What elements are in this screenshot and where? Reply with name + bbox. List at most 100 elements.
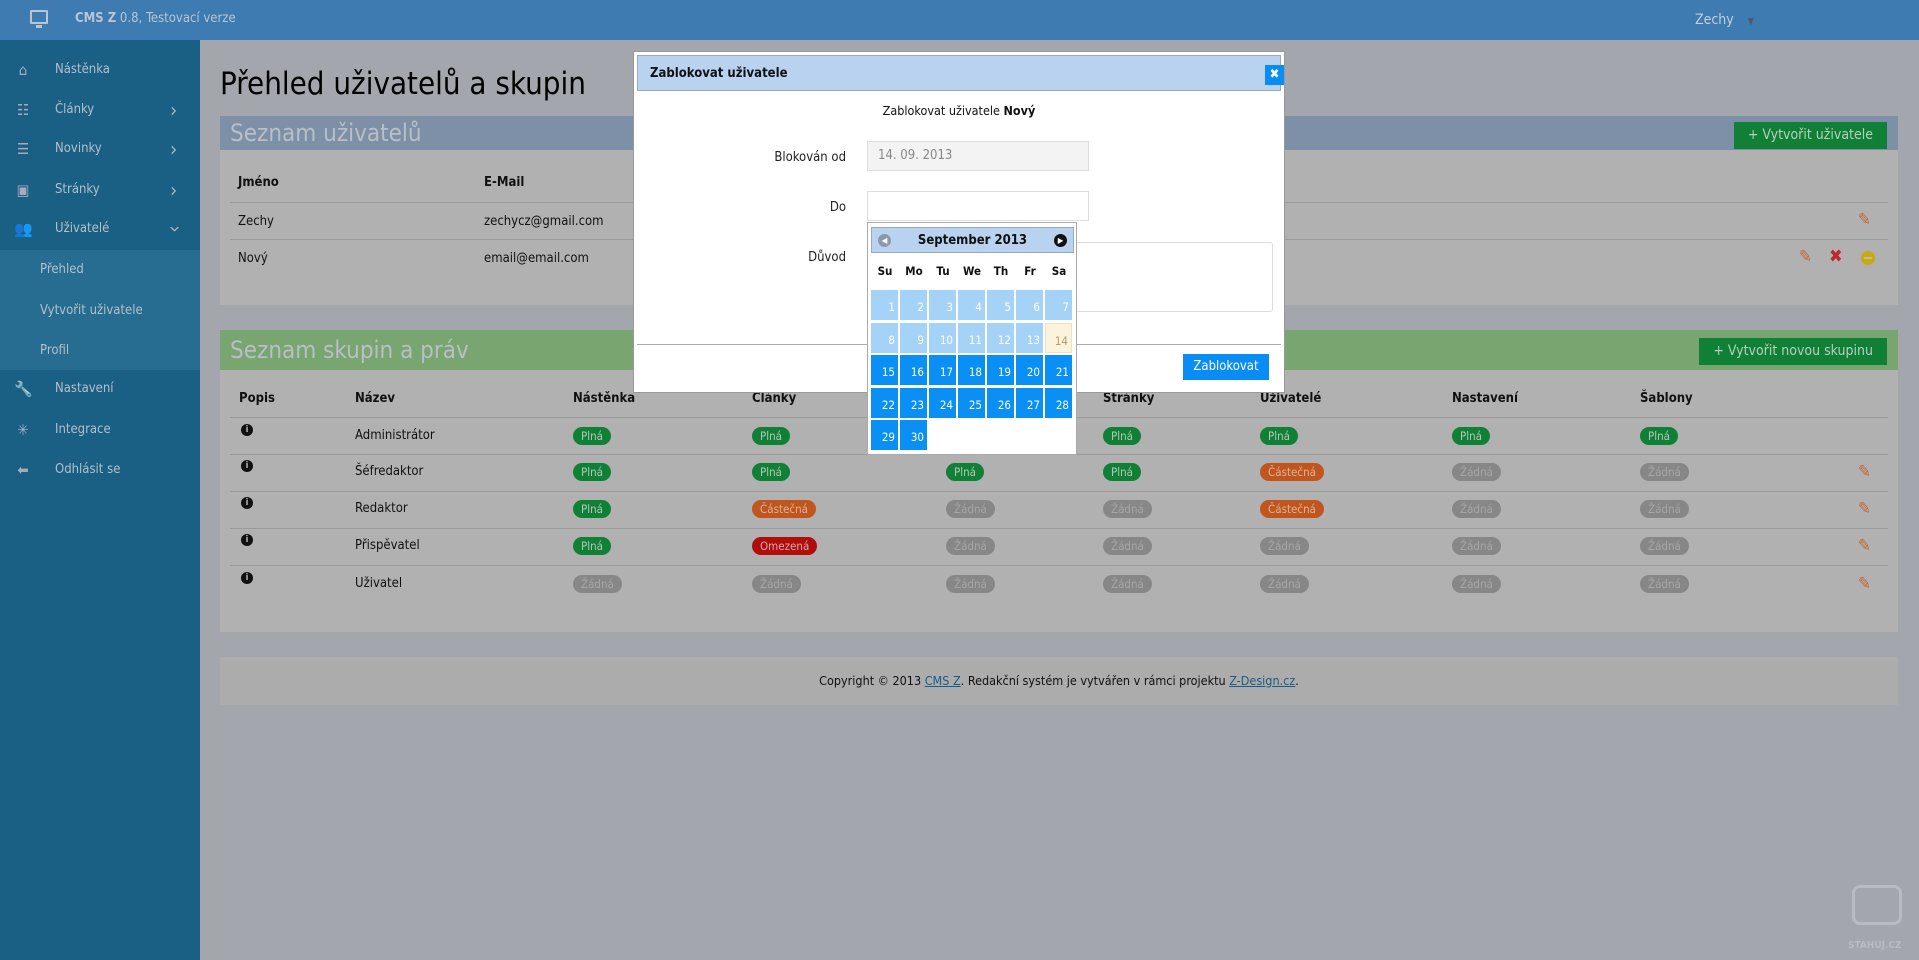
sidebar-item-label: Odhlásit se bbox=[55, 462, 121, 477]
day-cell[interactable]: 23 bbox=[900, 388, 927, 418]
column-header: Články bbox=[752, 391, 797, 406]
day-cell[interactable]: 16 bbox=[900, 355, 927, 385]
day-cell[interactable]: 14 bbox=[1045, 323, 1072, 353]
info-icon[interactable]: i bbox=[241, 460, 253, 472]
close-button[interactable]: ✖ bbox=[1265, 65, 1284, 85]
cms-link[interactable]: CMS Z bbox=[925, 673, 961, 688]
day-cell[interactable]: 30 bbox=[900, 420, 927, 450]
close-icon: ✖ bbox=[1269, 67, 1280, 82]
block-submit-button[interactable]: Zablokovat bbox=[1183, 354, 1269, 380]
divider bbox=[230, 565, 1888, 566]
to-date-input[interactable] bbox=[867, 191, 1089, 221]
day-cell[interactable]: 20 bbox=[1016, 355, 1043, 385]
day-cell[interactable]: 22 bbox=[871, 388, 898, 418]
app-title[interactable]: CMS Z 0.8, Testovací verze bbox=[75, 11, 236, 26]
permission-badge: Žádná bbox=[1640, 575, 1689, 593]
divider bbox=[230, 491, 1888, 492]
permission-badge: Plná bbox=[1452, 427, 1491, 445]
permission-badge: Žádná bbox=[752, 575, 801, 593]
permission-badge: Plná bbox=[1103, 463, 1142, 481]
sidebar-item-label: Stránky bbox=[55, 182, 100, 197]
edit-user-pencil-icon[interactable]: ✎ bbox=[1799, 247, 1812, 267]
submenu-item-overview[interactable]: Přehled bbox=[40, 262, 84, 277]
dialog-message: Zablokovat uživatele Nový bbox=[634, 103, 1284, 118]
sidebar-item-settings[interactable]: 🔧 Nastavení bbox=[0, 369, 200, 409]
day-cell: 8 bbox=[871, 323, 898, 353]
permission-badge: Žádná bbox=[1103, 500, 1152, 518]
day-cell[interactable]: 19 bbox=[987, 355, 1014, 385]
day-cell: 4 bbox=[958, 290, 985, 320]
permission-badge: Žádná bbox=[1640, 537, 1689, 555]
permission-badge: Žádná bbox=[573, 575, 622, 593]
groups-panel-title: Seznam skupin a práv bbox=[230, 336, 469, 364]
sidebar-item-integration[interactable]: ✳ Integrace bbox=[0, 410, 200, 450]
permission-badge: Plná bbox=[946, 463, 985, 481]
permission-badge: Plná bbox=[752, 427, 791, 445]
edit-group-pencil-icon[interactable]: ✎ bbox=[1858, 462, 1871, 482]
sidebar-item-label: Články bbox=[55, 102, 95, 117]
block-user-minus-icon[interactable] bbox=[1861, 251, 1875, 265]
edit-group-pencil-icon[interactable]: ✎ bbox=[1858, 499, 1871, 519]
users-submenu: Přehled Vytvořit uživatele Profil bbox=[0, 250, 200, 370]
weekday-label: Mo bbox=[905, 264, 923, 278]
next-month-icon[interactable]: ▶ bbox=[1054, 234, 1067, 247]
create-group-button[interactable]: + Vytvořit novou skupinu bbox=[1699, 338, 1887, 365]
day-cell[interactable]: 26 bbox=[987, 388, 1014, 418]
sidebar-item-pages[interactable]: ▣ Stránky › bbox=[0, 170, 200, 210]
edit-group-pencil-icon[interactable]: ✎ bbox=[1858, 536, 1871, 556]
group-name: Přispěvatel bbox=[355, 538, 420, 553]
day-cell: 2 bbox=[900, 290, 927, 320]
day-cell[interactable]: 21 bbox=[1045, 355, 1072, 385]
day-cell[interactable]: 24 bbox=[929, 388, 956, 418]
day-cell[interactable]: 27 bbox=[1016, 388, 1043, 418]
permission-badge: Žádná bbox=[1260, 575, 1309, 593]
page-icon: ▣ bbox=[16, 181, 30, 199]
day-cell: 5 bbox=[987, 290, 1014, 320]
edit-group-pencil-icon[interactable]: ✎ bbox=[1858, 574, 1871, 594]
day-cell[interactable]: 17 bbox=[929, 355, 956, 385]
from-date-input[interactable]: 14. 09. 2013 bbox=[867, 141, 1089, 171]
permission-badge: Žádná bbox=[1103, 537, 1152, 555]
edit-user-pencil-icon[interactable]: ✎ bbox=[1858, 210, 1871, 230]
day-cell[interactable]: 25 bbox=[958, 388, 985, 418]
sidebar-item-label: Nastavení bbox=[55, 381, 114, 396]
submenu-item-profile[interactable]: Profil bbox=[40, 343, 69, 358]
permission-badge: Omezená bbox=[752, 537, 818, 555]
sidebar-item-dashboard[interactable]: ⌂ Nástěnka bbox=[0, 50, 200, 90]
weekday-label: Th bbox=[993, 264, 1009, 278]
weekday-label: Sa bbox=[1051, 264, 1067, 278]
arrow-left-icon: ⬅ bbox=[17, 461, 29, 479]
delete-user-x-icon[interactable]: ✖ bbox=[1829, 246, 1843, 267]
copyright: Copyright © 2013 CMS Z. Redakční systém … bbox=[220, 673, 1898, 688]
info-icon[interactable]: i bbox=[241, 534, 253, 546]
user-name: Zechy bbox=[1695, 12, 1734, 28]
sidebar-item-users[interactable]: 👥 Uživatelé › bbox=[0, 209, 200, 249]
datepicker-title: September 2013 bbox=[917, 233, 1028, 248]
day-cell[interactable]: 18 bbox=[958, 355, 985, 385]
info-icon[interactable]: i bbox=[241, 572, 253, 584]
from-label: Blokován od bbox=[774, 150, 846, 165]
user-menu[interactable]: Zechy ▼ bbox=[1695, 12, 1754, 28]
group-name: Šéfredaktor bbox=[355, 464, 424, 479]
info-icon[interactable]: i bbox=[241, 424, 253, 436]
column-header-name: Jméno bbox=[238, 175, 279, 190]
create-user-button[interactable]: + Vytvořit uživatele bbox=[1733, 122, 1887, 149]
column-header: Stránky bbox=[1103, 391, 1155, 406]
group-name: Uživatel bbox=[355, 576, 403, 591]
message-text: Zablokovat uživatele bbox=[882, 103, 1004, 118]
day-cell[interactable]: 15 bbox=[871, 355, 898, 385]
sidebar-item-label: Novinky bbox=[55, 141, 102, 156]
day-cell[interactable]: 29 bbox=[871, 420, 898, 450]
zdesign-link[interactable]: Z-Design.cz bbox=[1229, 673, 1295, 688]
info-icon[interactable]: i bbox=[241, 497, 253, 509]
monitor-stand bbox=[36, 25, 42, 28]
sidebar-item-logout[interactable]: ⬅ Odhlásit se bbox=[0, 450, 200, 490]
day-cell: 10 bbox=[929, 323, 956, 353]
permission-badge: Plná bbox=[1260, 427, 1299, 445]
permission-badge: Žádná bbox=[1640, 500, 1689, 518]
day-cell[interactable]: 28 bbox=[1045, 388, 1072, 418]
sidebar-item-news[interactable]: ☰ Novinky › bbox=[0, 129, 200, 169]
submenu-item-create-user[interactable]: Vytvořit uživatele bbox=[40, 303, 143, 318]
sidebar-item-articles[interactable]: ☷ Články › bbox=[0, 90, 200, 130]
article-list-icon: ☷ bbox=[16, 101, 30, 119]
